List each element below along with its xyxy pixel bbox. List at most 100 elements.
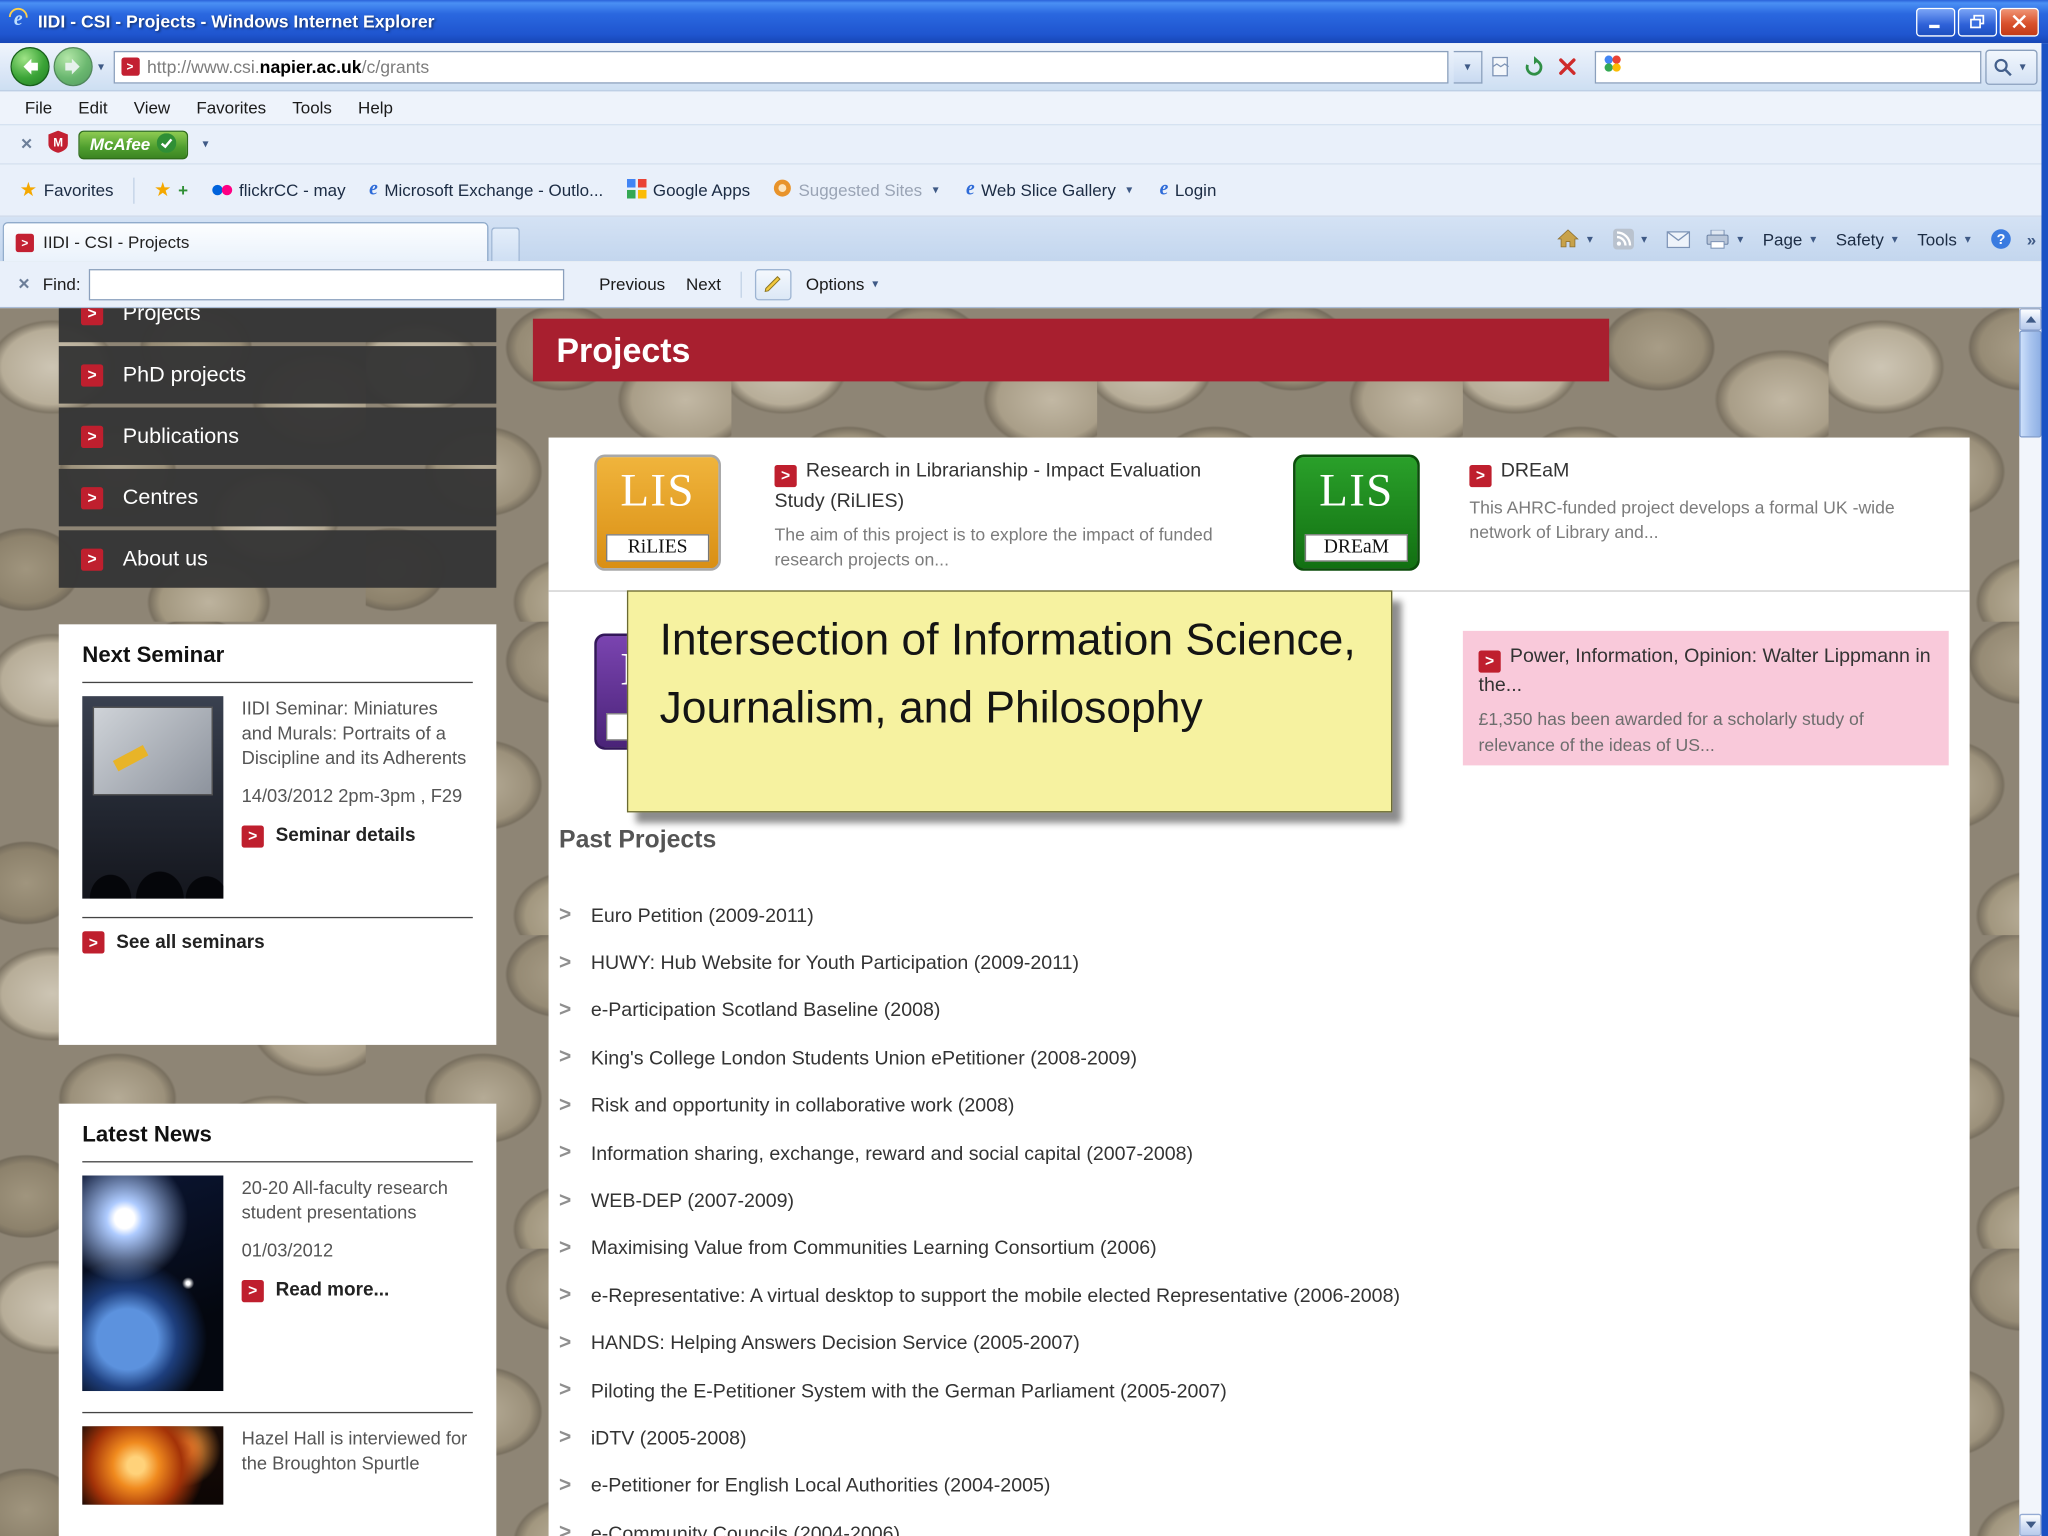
sidebar-item-publications[interactable]: Publications [58,407,497,465]
feeds-button[interactable]: ▾ [1606,223,1658,254]
past-project-link[interactable]: e-Participation Scotland Baseline (2008) [559,987,1949,1035]
tab-title: IIDI - CSI - Projects [43,232,190,253]
refresh-button[interactable] [1516,50,1550,84]
favorites-item-label: flickrCC - may [238,180,346,200]
past-project-label: HUWY: Hub Website for Youth Participatio… [590,952,1080,975]
minimize-button[interactable] [1916,7,1956,36]
divider [82,1161,473,1163]
arrow-icon [80,486,104,509]
past-project-link[interactable]: Risk and opportunity in collaborative wo… [559,1082,1949,1130]
highlight-all-button[interactable] [754,268,792,300]
project-title-link[interactable]: DREaM [1469,457,1933,487]
star-icon: ★ [19,178,38,202]
mcafee-siteadvisor-button[interactable]: McAfee [78,129,189,159]
address-bar[interactable]: http://www.csi.napier.ac.uk/c/grants [113,50,1449,83]
toolbar-overflow-chevron[interactable]: » [2020,224,2043,254]
past-project-link[interactable]: e-Community Councils (2004-2006) [559,1510,1949,1536]
tools-menu-button[interactable]: Tools ▾ [1911,224,1981,254]
sidebar-item-label: PhD projects [122,362,247,386]
past-project-link[interactable]: iDTV (2005-2008) [559,1415,1949,1463]
tab-iidi-csi-projects[interactable]: IIDI - CSI - Projects [2,222,489,262]
mcafee-label: McAfee [89,134,151,155]
stop-button[interactable] [1550,50,1584,84]
search-button[interactable]: ▾ [1985,48,2038,85]
scrollbar-down-button[interactable] [2019,1513,2042,1536]
favorites-bar-item-suggested-sites[interactable]: Suggested Sites ▾ [765,174,952,207]
search-box[interactable] [1594,50,1982,83]
toolbar-close-icon[interactable]: × [16,133,38,155]
past-project-link[interactable]: Maximising Value from Communities Learni… [559,1225,1949,1273]
page-menu-button[interactable]: Page ▾ [1756,224,1826,254]
past-project-link[interactable]: WEB-DEP (2007-2009) [559,1177,1949,1225]
menu-view[interactable]: View [122,94,182,121]
past-projects-heading: Past Projects [559,826,717,855]
rilies-logo[interactable]: LIS RiLIES [594,454,721,571]
favorites-bar-item-web-slice-gallery[interactable]: Web Slice Gallery ▾ [957,175,1145,205]
news-thumbnail-space [82,1175,224,1392]
past-project-link[interactable]: Euro Petition (2009-2011) [559,892,1949,940]
find-options-button[interactable]: Options ▾ [799,269,888,299]
past-project-link[interactable]: e-Representative: A virtual desktop to s… [559,1272,1949,1320]
scrollbar-thumb[interactable] [2019,330,2042,438]
add-to-favorites-button[interactable]: ★ + [145,175,197,205]
read-more-link[interactable]: Read more... [241,1278,473,1304]
project-card-dream: DREaM This AHRC-funded project develops … [1469,457,1933,545]
read-mail-button[interactable] [1660,225,1697,252]
past-project-link[interactable]: Piloting the E-Petitioner System with th… [559,1367,1949,1415]
project-title-link[interactable]: Research in Librarianship - Impact Evalu… [774,457,1219,514]
past-project-link[interactable]: e-Petitioner for English Local Authoriti… [559,1462,1949,1510]
close-button[interactable] [1999,7,2039,36]
home-button[interactable]: ▾ [1550,223,1603,254]
menu-help[interactable]: Help [346,94,404,121]
find-close-icon[interactable]: × [13,273,35,295]
forward-button[interactable] [53,47,93,87]
sidebar-item-phd-projects[interactable]: PhD projects [58,346,497,404]
next-seminar-heading: Next Seminar [82,642,225,668]
past-project-link[interactable]: HUWY: Hub Website for Youth Participatio… [559,940,1949,988]
find-input[interactable] [94,274,558,294]
dream-logo[interactable]: LIS DREaM [1293,454,1420,571]
search-input[interactable] [1628,56,1974,77]
down-arrow-icon [2025,1521,2036,1529]
favorites-bar-item-flickrcc[interactable]: flickrCC - may [202,175,354,205]
past-project-link[interactable]: HANDS: Helping Answers Decision Service … [559,1320,1949,1368]
plus-icon: + [178,180,189,200]
new-tab-button[interactable] [491,227,520,262]
svg-text:?: ? [1996,232,2005,248]
menu-file[interactable]: File [13,94,64,121]
find-previous-button[interactable]: Previous [593,269,672,299]
favorites-item-label: Login [1174,180,1217,200]
see-all-seminars-link[interactable]: See all seminars [82,931,473,954]
past-project-label: Euro Petition (2009-2011) [590,904,814,927]
favorites-bar-item-login[interactable]: Login [1150,175,1225,205]
sidebar-item-about-us[interactable]: About us [58,530,497,588]
past-project-link[interactable]: Information sharing, exchange, reward an… [559,1130,1949,1178]
back-button[interactable] [10,47,50,87]
safety-menu-button[interactable]: Safety ▾ [1829,224,1908,254]
vertical-scrollbar[interactable] [2019,308,2042,1536]
menu-favorites[interactable]: Favorites [185,94,278,121]
address-dropdown-button[interactable]: ▾ [1453,50,1483,83]
divider [82,681,473,684]
menu-tools[interactable]: Tools [281,94,344,121]
favorites-bar-item-google-apps[interactable]: Google Apps [618,173,760,207]
restore-button[interactable] [1957,7,1998,36]
seminar-details-link[interactable]: Seminar details [241,824,473,850]
mcafee-dropdown-chevron[interactable]: ▾ [199,137,213,151]
sidebar-item-centres[interactable]: Centres [58,468,497,527]
scrollbar-up-button[interactable] [2019,308,2042,331]
past-project-label: e-Community Councils (2004-2006) [590,1522,901,1536]
menu-edit[interactable]: Edit [67,94,120,121]
find-next-button[interactable]: Next [680,269,728,299]
arrow-icon [80,425,104,448]
sidebar-item-label: Publications [122,423,239,448]
history-dropdown-chevron[interactable]: ▾ [94,59,108,73]
compatibility-view-button[interactable] [1482,50,1516,84]
favorites-bar-item-exchange[interactable]: Microsoft Exchange - Outlo... [360,175,612,205]
help-button[interactable]: ? [1984,223,2018,254]
past-project-link[interactable]: King's College London Students Union ePe… [559,1035,1949,1083]
print-button[interactable]: ▾ [1699,224,1753,254]
favorites-button[interactable]: ★ Favorites [10,175,122,205]
sidebar-item-projects[interactable]: Projects [58,308,497,343]
project-title-link[interactable]: Power, Information, Opinion: Walter Lipp… [1478,644,1934,699]
